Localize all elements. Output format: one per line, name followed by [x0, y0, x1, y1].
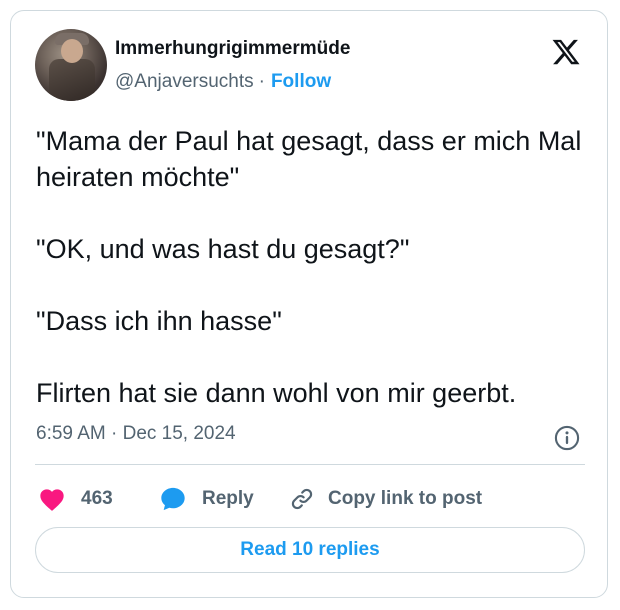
- link-icon: [291, 488, 313, 510]
- post-timestamp[interactable]: 6:59 AM · Dec 15, 2024: [36, 423, 236, 445]
- avatar-shirt: [49, 59, 95, 101]
- author-display-name[interactable]: Immerhungrigimmermüde: [115, 38, 350, 60]
- post-text: "Mama der Paul hat gesagt, dass er mich …: [36, 123, 596, 411]
- post-paragraph: "Dass ich ihn hasse": [36, 306, 282, 336]
- post-paragraph: Flirten hat sie dann wohl von mir geerbt…: [36, 378, 517, 408]
- follow-button[interactable]: Follow: [271, 71, 331, 92]
- reply-button[interactable]: Reply: [159, 483, 254, 515]
- post-embed-card: Immerhungrigimmermüde @Anjaversuchts · Fol…: [10, 10, 608, 598]
- info-icon[interactable]: [553, 424, 581, 452]
- read-replies-button[interactable]: Read 10 replies: [35, 527, 585, 573]
- separator-dot: ·: [258, 71, 265, 92]
- copy-link-label: Copy link to post: [328, 488, 483, 509]
- copy-link-button[interactable]: Copy link to post: [289, 483, 482, 515]
- speech-bubble-icon: [161, 487, 185, 511]
- author-handle[interactable]: @Anjaversuchts: [115, 71, 254, 92]
- post-paragraph: "OK, und was hast du gesagt?": [36, 234, 410, 264]
- divider: [35, 464, 585, 465]
- heart-icon: [40, 489, 64, 511]
- avatar[interactable]: [35, 29, 107, 101]
- like-button[interactable]: 463: [38, 483, 113, 515]
- like-count: 463: [81, 488, 113, 509]
- author-handle-row: @Anjaversuchts · Follow: [115, 71, 331, 93]
- avatar-face: [61, 39, 83, 63]
- x-logo-icon[interactable]: [551, 37, 581, 67]
- reply-label: Reply: [202, 488, 254, 509]
- post-paragraph: "Mama der Paul hat gesagt, dass er mich …: [36, 126, 582, 192]
